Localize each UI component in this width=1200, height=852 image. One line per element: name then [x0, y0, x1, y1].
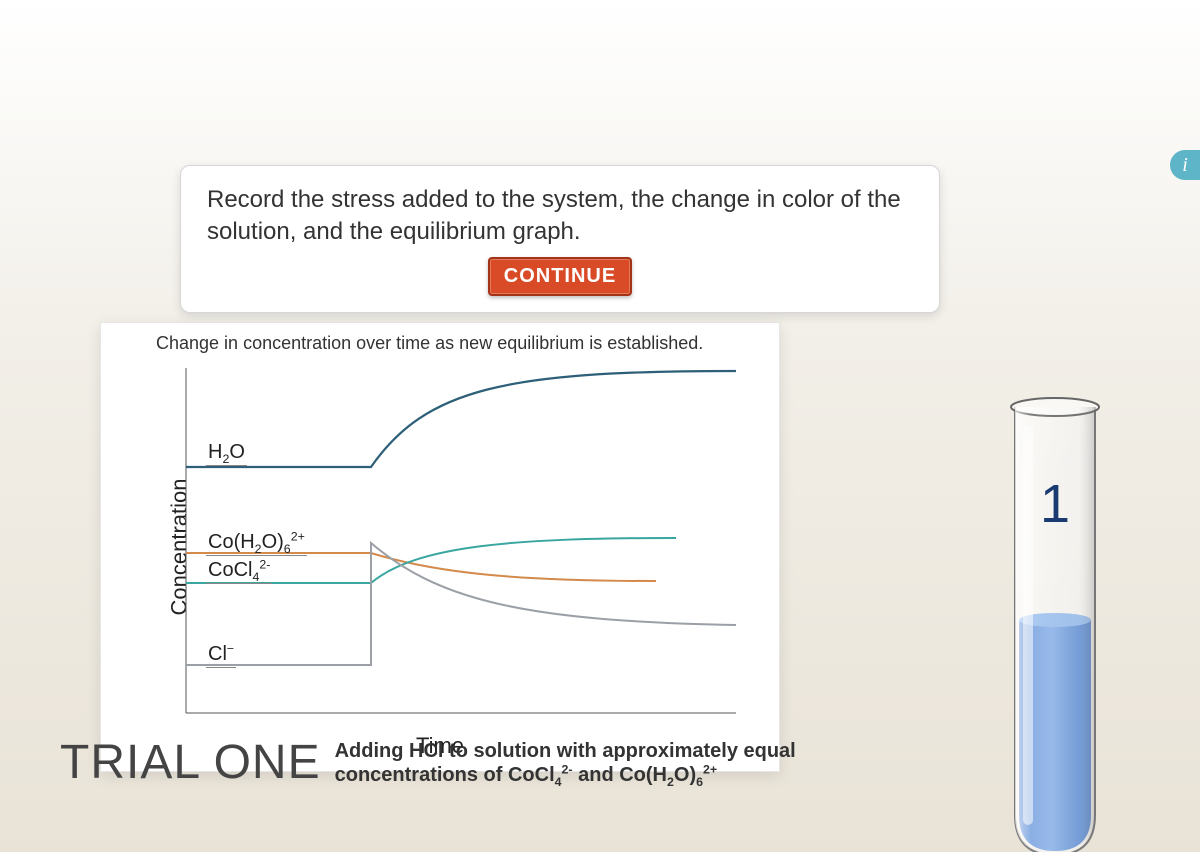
- instruction-card: Record the stress added to the system, t…: [180, 165, 940, 313]
- test-tube-number: 1: [995, 473, 1115, 535]
- equilibrium-plot: H2O Co(H2O)62+ CoCl42- Cl−: [176, 363, 756, 723]
- info-icon[interactable]: i: [1170, 150, 1200, 180]
- series-label-cocl4: CoCl42-: [206, 559, 272, 584]
- lab-stage: i Record the stress added to the system,…: [0, 70, 1200, 830]
- test-tube[interactable]: 1: [995, 395, 1115, 852]
- series-label-cl: Cl−: [206, 643, 236, 668]
- instruction-text: Record the stress added to the system, t…: [207, 184, 913, 249]
- equilibrium-graph-card: Change in concentration over time as new…: [100, 322, 780, 772]
- trial-description: Adding HCl to solution with approximatel…: [335, 739, 796, 787]
- trial-caption: TRIAL ONE Adding HCl to solution with ap…: [60, 735, 970, 790]
- graph-subtitle: Change in concentration over time as new…: [101, 323, 779, 360]
- series-label-cohex: Co(H2O)62+: [206, 531, 307, 556]
- continue-button[interactable]: CONTINUE: [488, 257, 632, 296]
- trial-title: TRIAL ONE: [60, 735, 321, 790]
- series-label-h2o: H2O: [206, 441, 247, 466]
